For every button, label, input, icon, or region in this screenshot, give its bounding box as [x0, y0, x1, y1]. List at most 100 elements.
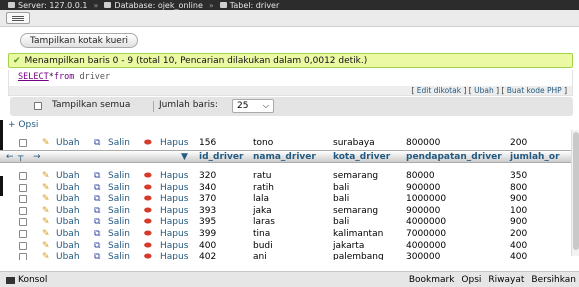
cell-income: 1000000 [406, 194, 447, 205]
delete-row-link[interactable]: Hapus [160, 205, 188, 217]
cell-id: 370 [199, 194, 217, 205]
column-header-income[interactable]: pendapatan_driver [406, 152, 502, 162]
terminal-icon [6, 276, 15, 284]
row-checkbox[interactable] [19, 206, 27, 215]
column-header-count[interactable]: jumlah_or [510, 152, 560, 162]
copy-row-link[interactable]: Salin [108, 216, 130, 228]
edit-row-link[interactable]: Ubah [56, 182, 80, 194]
delete-icon: ⬬ [144, 138, 152, 148]
edit-row-link[interactable]: Ubah [56, 240, 80, 252]
scrollbar-thumb[interactable] [573, 132, 579, 250]
pencil-icon: ✎ [42, 138, 50, 148]
row-checkbox[interactable] [19, 218, 27, 227]
row-checkbox[interactable] [19, 241, 27, 250]
delete-icon: ⬬ [144, 217, 152, 228]
console-history[interactable]: Riwayat [488, 275, 524, 285]
cell-name: budi [253, 240, 273, 251]
table-row: ✎ Ubah ⧉ Salin ⬬ Hapus 156 tono surabaya… [10, 137, 579, 149]
edit-row-link[interactable]: Ubah [56, 193, 80, 205]
cell-city: bali [333, 194, 350, 205]
show-query-box-button[interactable]: Tampilkan kotak kueri [20, 33, 139, 48]
server-icon [8, 2, 15, 8]
edit-row-link[interactable]: Ubah [56, 228, 80, 240]
vertical-scrollbar[interactable] [571, 130, 579, 256]
copy-row-link[interactable]: Salin [108, 240, 130, 252]
cell-income: 4000000 [406, 217, 447, 228]
cell-id: 395 [199, 217, 217, 228]
cell-id: 402 [199, 252, 217, 260]
console-toggle[interactable]: Konsol [6, 275, 47, 285]
breadcrumb-database[interactable]: Database: ojek_online [104, 1, 203, 10]
delete-icon: ⬬ [144, 252, 152, 260]
delete-row-link[interactable]: Hapus [160, 182, 188, 194]
pencil-icon: ✎ [42, 252, 50, 260]
sql-keyword-from: from [53, 72, 75, 82]
edit-row-link[interactable]: Ubah [56, 170, 80, 182]
breadcrumb-server[interactable]: Server: 127.0.0.1 [8, 1, 88, 10]
delete-row-link[interactable]: Hapus [160, 193, 188, 205]
column-header-name[interactable]: nama_driver [253, 152, 316, 162]
copy-row-link[interactable]: Salin [108, 228, 130, 240]
cell-city: surabaya [333, 138, 375, 148]
delete-icon: ⬬ [144, 182, 152, 193]
delete-row-link[interactable]: Hapus [160, 240, 188, 252]
edit-row-link[interactable]: Ubah [56, 216, 80, 228]
copy-row-link[interactable]: Salin [108, 205, 130, 217]
arrow-left-icon[interactable]: ← [6, 152, 14, 162]
menu-toggle-icon[interactable] [6, 12, 30, 24]
copy-icon: ⧉ [94, 182, 101, 193]
edit-inline-link[interactable]: Edit dikotak [417, 86, 461, 95]
pencil-icon: ✎ [42, 229, 50, 239]
edit-row-link[interactable]: Ubah [56, 137, 80, 149]
edit-row-link[interactable]: Ubah [56, 205, 80, 217]
copy-row-link[interactable]: Salin [108, 251, 130, 260]
cell-income: 7000000 [406, 229, 447, 239]
breadcrumb-separator: » [93, 0, 99, 10]
console-clear[interactable]: Bersihkan [531, 275, 576, 285]
delete-row-link[interactable]: Hapus [160, 137, 188, 149]
row-checkbox[interactable] [19, 139, 27, 147]
edit-query-link[interactable]: Ubah [474, 86, 494, 95]
delete-row-link[interactable]: Hapus [160, 170, 188, 182]
breadcrumb-table[interactable]: Tabel: driver [219, 1, 279, 10]
copy-row-link[interactable]: Salin [108, 193, 130, 205]
row-checkbox[interactable] [19, 172, 27, 180]
row-checkbox[interactable] [19, 230, 27, 238]
pencil-icon: ✎ [42, 205, 50, 216]
copy-row-link[interactable]: Salin [108, 137, 130, 149]
row-checkbox[interactable] [19, 195, 27, 204]
delete-row-link[interactable]: Hapus [160, 251, 188, 260]
sql-keyword-select[interactable]: SELECT [18, 72, 49, 82]
copy-icon: ⧉ [94, 229, 101, 239]
copy-row-link[interactable]: Salin [108, 182, 130, 194]
success-message: ✔ Menampilkan baris 0 - 9 (total 10, Pen… [8, 53, 573, 68]
database-icon [104, 2, 112, 8]
column-header-id[interactable]: id_driver [199, 152, 243, 162]
cell-name: lala [253, 194, 270, 205]
edit-row-link[interactable]: Ubah [56, 251, 80, 260]
show-all-checkbox[interactable] [34, 102, 42, 110]
cell-city: bali [333, 217, 350, 228]
row-checkbox[interactable] [19, 253, 27, 260]
console-bar: Konsol Bookmark Opsi Riwayat Bersihkan [0, 271, 579, 287]
copy-icon: ⧉ [94, 205, 101, 216]
arrow-right-icon[interactable]: → [33, 152, 41, 162]
cell-id: 320 [199, 171, 217, 181]
console-bookmark[interactable]: Bookmark [409, 275, 455, 285]
pencil-icon: ✎ [42, 171, 50, 181]
cell-income: 900000 [406, 205, 441, 216]
delete-row-link[interactable]: Hapus [160, 216, 188, 228]
table-row: ✎ Ubah ⧉ Salin ⬬ Hapus 399 tina kalimantan 700000… [10, 228, 579, 240]
row-checkbox[interactable] [19, 183, 27, 192]
create-php-code-link[interactable]: Buat kode PHP [507, 86, 562, 95]
cell-count: 200 [510, 229, 528, 239]
column-header-city[interactable]: kota_driver [333, 152, 390, 162]
delete-row-link[interactable]: Hapus [160, 228, 188, 240]
table-row: ✎ Ubah ⧉ Salin ⬬ Hapus 400 budi jakarta 4000000 40… [10, 240, 579, 252]
cell-name: ani [253, 252, 267, 260]
console-options[interactable]: Opsi [461, 275, 481, 285]
copy-icon: ⧉ [94, 217, 101, 228]
rows-count-select[interactable]: 25 ⌵ [232, 99, 274, 113]
options-link[interactable]: + Opsi [8, 120, 38, 130]
copy-row-link[interactable]: Salin [108, 170, 130, 182]
